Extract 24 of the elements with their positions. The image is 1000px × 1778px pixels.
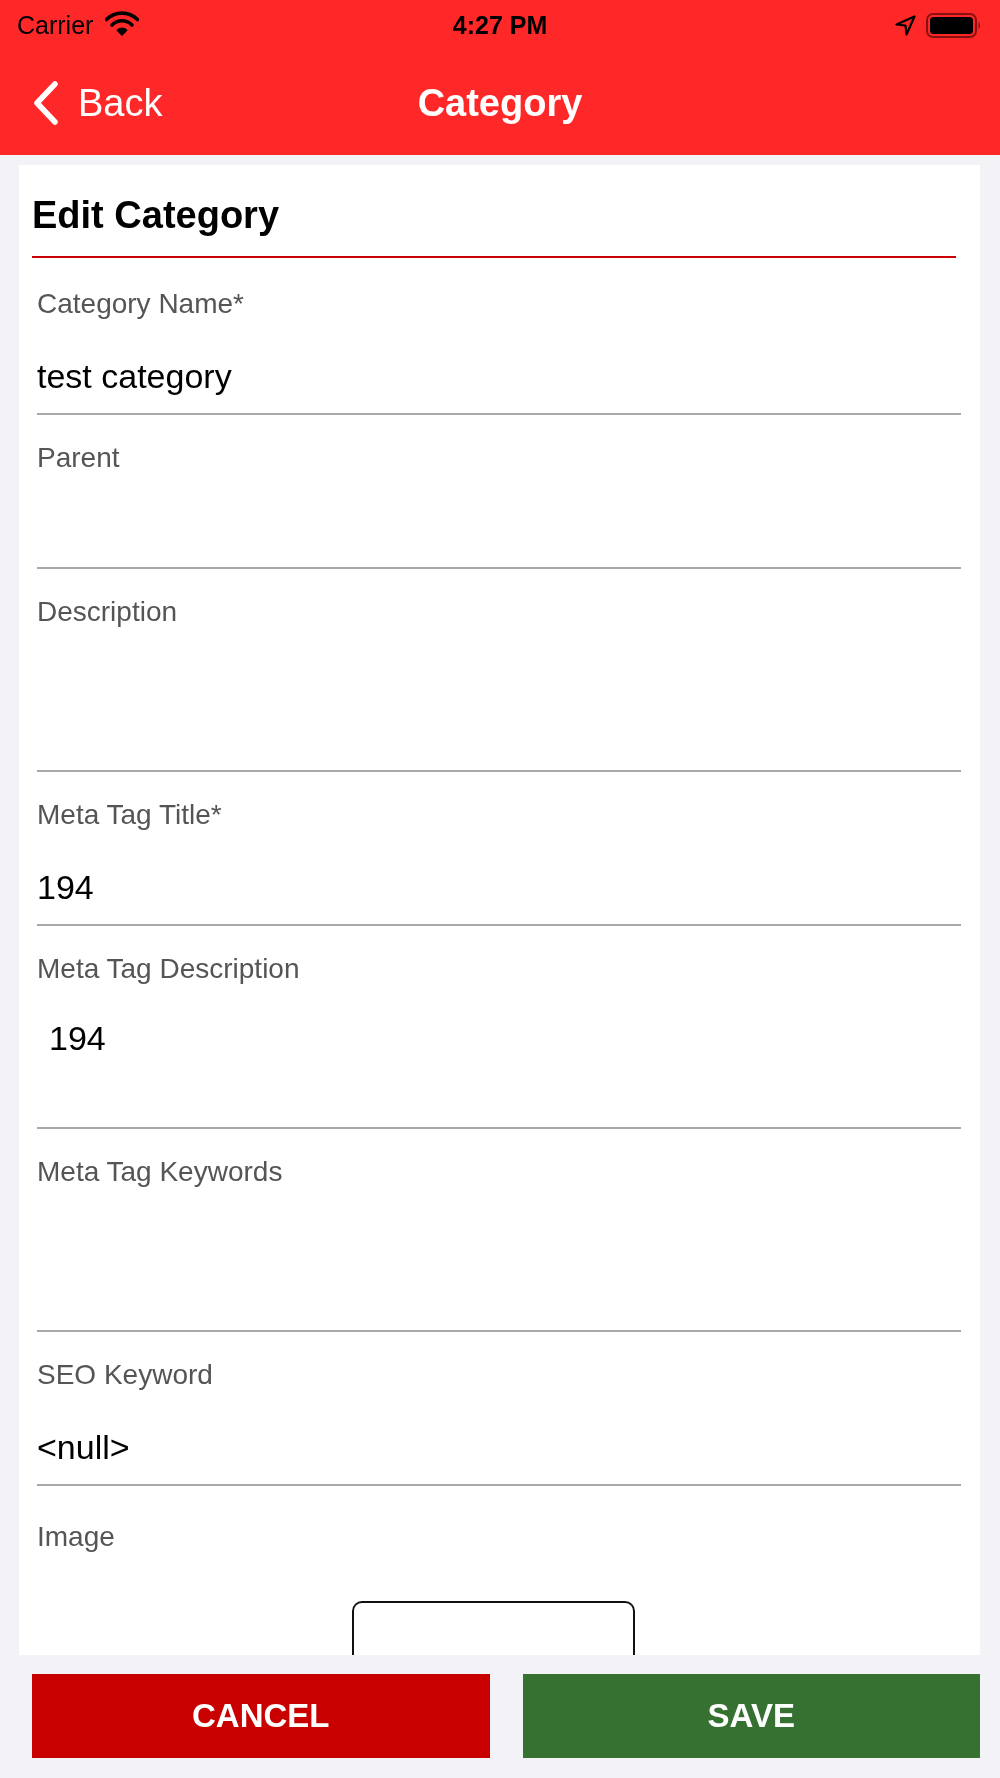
text-area[interactable]: 194 <box>37 986 961 1129</box>
field-label: Image <box>37 1520 115 1554</box>
field-label: SEO Keyword <box>37 1358 213 1392</box>
battery-icon <box>926 12 982 38</box>
field-label: Description <box>37 595 178 629</box>
save-button[interactable]: SAVE <box>522 1674 980 1758</box>
screen-title: Category <box>417 80 583 125</box>
clock-time: 4:27 PM <box>452 10 548 40</box>
carrier-label: Carrier <box>17 10 94 40</box>
back-button[interactable]: Back <box>32 80 163 125</box>
text-field[interactable]: test category <box>37 321 961 415</box>
form-title: Edit Category <box>32 193 281 237</box>
chevron-left-icon <box>32 80 60 125</box>
location-arrow-icon <box>895 14 916 36</box>
field-label: Meta Tag Title* <box>37 798 222 832</box>
text-field[interactable]: 194 <box>37 832 961 926</box>
wifi-icon <box>105 10 140 36</box>
field-label: Meta Tag Keywords <box>37 1155 283 1189</box>
field-label: Parent <box>37 441 120 475</box>
field-label: Category Name* <box>37 287 244 321</box>
text-field[interactable]: <null> <box>37 1392 961 1486</box>
cancel-button[interactable]: CANCEL <box>32 1674 490 1758</box>
field-label: Meta Tag Description <box>37 952 300 986</box>
image-placeholder[interactable] <box>351 1601 635 1655</box>
